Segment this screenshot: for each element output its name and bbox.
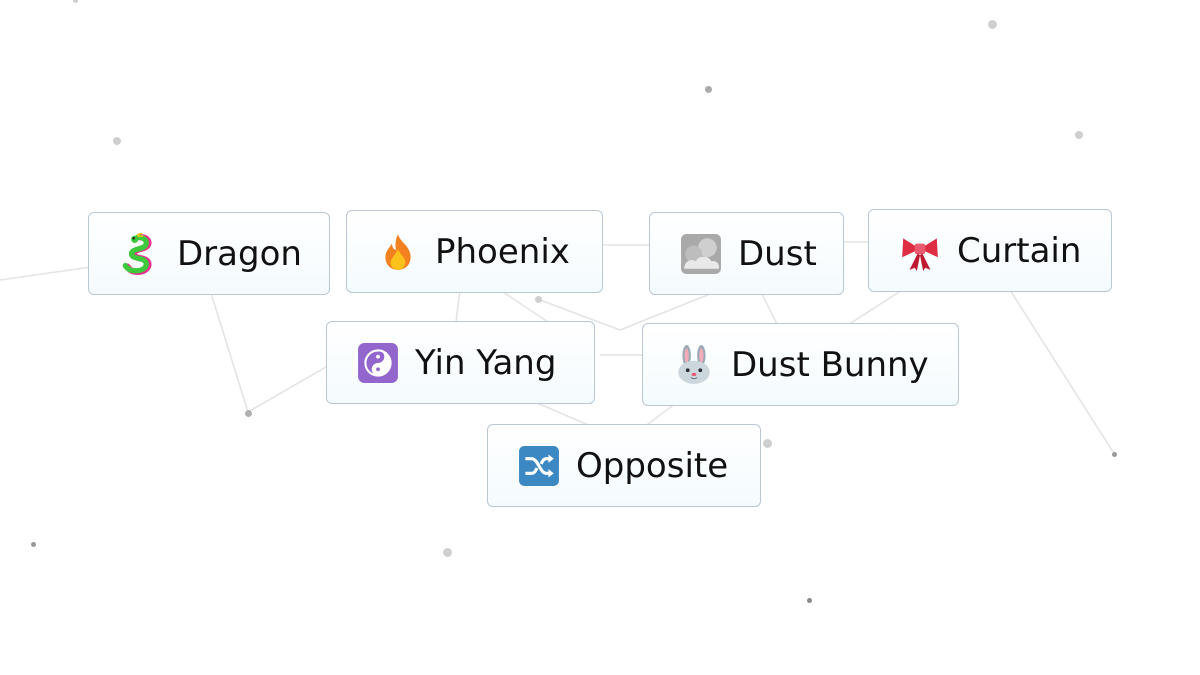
element-label: Phoenix xyxy=(435,231,570,272)
element-label: Yin Yang xyxy=(415,342,557,383)
background-dot xyxy=(535,296,542,303)
background-dot xyxy=(443,548,452,557)
dragon-icon xyxy=(122,232,152,275)
element-tile-dragon[interactable]: Dragon xyxy=(88,212,330,295)
background-dot xyxy=(245,410,252,417)
fire-icon xyxy=(385,233,411,270)
background-dot xyxy=(763,439,772,448)
yin-yang-icon xyxy=(358,342,398,383)
element-tile-dust-bunny[interactable]: Dust Bunny xyxy=(642,323,959,406)
element-label: Curtain xyxy=(957,230,1082,271)
background-dot xyxy=(988,20,997,29)
element-tile-phoenix[interactable]: Phoenix xyxy=(346,210,603,293)
background-dot xyxy=(807,598,812,603)
element-tile-opposite[interactable]: Opposite xyxy=(487,424,761,507)
element-label: Dust Bunny xyxy=(731,344,929,385)
element-tile-yin-yang[interactable]: Yin Yang xyxy=(326,321,595,404)
connection-lines xyxy=(0,241,1116,456)
background-dot xyxy=(113,137,121,145)
element-tile-dust[interactable]: Dust xyxy=(649,212,844,295)
element-label: Opposite xyxy=(576,445,729,486)
element-label: Dust xyxy=(738,233,817,274)
background-dot xyxy=(1075,131,1083,139)
rabbit-face-icon xyxy=(678,344,710,384)
element-tile-curtain[interactable]: Curtain xyxy=(868,209,1112,292)
element-label: Dragon xyxy=(177,233,302,274)
ribbon-icon xyxy=(902,237,938,271)
shuffle-icon xyxy=(519,445,559,486)
background-dot xyxy=(705,86,712,93)
background-dot xyxy=(1112,452,1117,457)
background-dot xyxy=(31,542,36,547)
cloud-icon xyxy=(681,233,721,274)
